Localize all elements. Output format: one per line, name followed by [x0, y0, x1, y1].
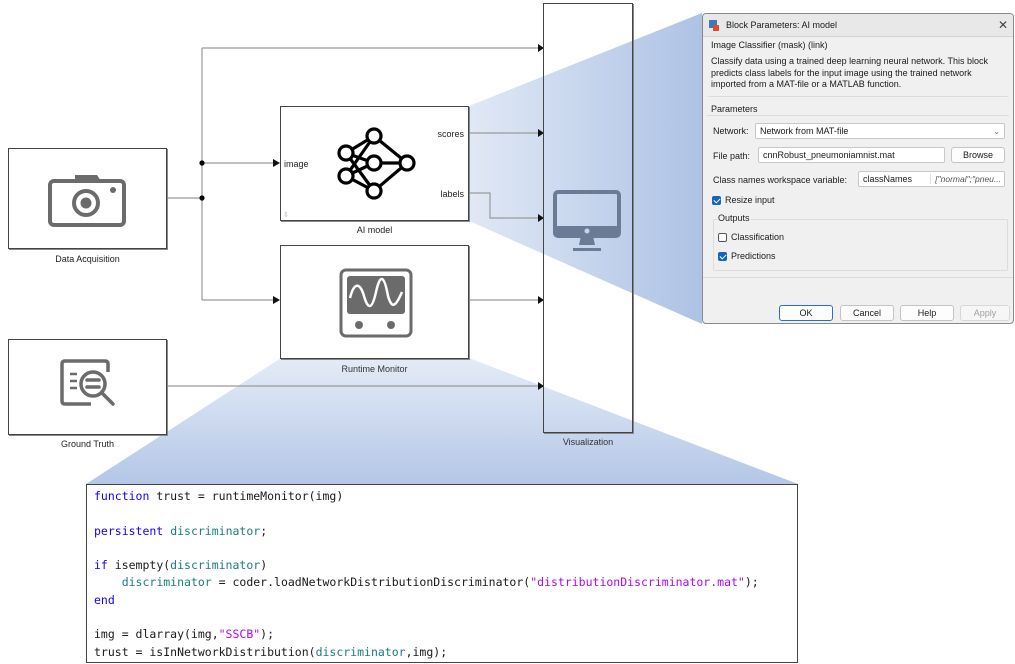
class-names-label: Class names workspace variable: — [713, 175, 848, 185]
code-variable: discriminator — [315, 644, 406, 659]
file-path-label: File path: — [713, 151, 751, 161]
class-names-input[interactable]: classNames ["normal";"pneu... — [858, 171, 1005, 187]
footer-divider — [703, 277, 1013, 278]
cancel-button[interactable]: Cancel — [840, 305, 894, 321]
visualization-block[interactable] — [543, 3, 633, 433]
file-path-input[interactable]: cnnRobust_pneumoniamnist.mat — [758, 147, 945, 163]
predictions-checkbox[interactable] — [718, 252, 727, 261]
help-button[interactable]: Help — [900, 305, 954, 321]
code-text: ); — [744, 575, 759, 590]
code-text: img = dlarray(img, — [94, 627, 219, 642]
dialog-title: Block Parameters: AI model — [726, 20, 838, 30]
block-parameters-dialog: Block Parameters: AI model ✕ Image Class… — [702, 13, 1014, 324]
code-string: "SSCB" — [218, 627, 261, 642]
outputs-header: Outputs — [717, 213, 751, 223]
network-dropdown[interactable]: Network from MAT-file ⌄ — [755, 123, 1005, 139]
resize-input-checkbox[interactable] — [712, 196, 721, 205]
outputs-group — [713, 219, 1008, 271]
parameters-divider — [707, 115, 1009, 116]
camera-icon — [48, 175, 126, 227]
code-text: ,img); — [405, 644, 448, 659]
classification-checkbox[interactable] — [718, 233, 727, 242]
code-text: ; — [260, 523, 268, 538]
code-line: trust = isInNetworkDistribution(discrimi… — [94, 644, 797, 661]
ground-truth-block[interactable] — [8, 339, 167, 435]
code-text: trust = runtimeMonitor(img) — [149, 489, 344, 503]
parameters-header: Parameters — [711, 104, 758, 114]
data-acquisition-label: Data Acquisition — [55, 254, 120, 264]
dialog-title-bar[interactable]: Block Parameters: AI model ✕ — [703, 14, 1013, 37]
runtime-monitor-highlight-projection — [86, 358, 798, 484]
code-keyword: persistent — [94, 523, 164, 538]
document-search-icon — [60, 359, 115, 406]
visualization-label: Visualization — [562, 437, 614, 447]
runtime-monitor-code: function trust = runtimeMonitor(img) pers… — [86, 484, 798, 663]
code-keyword: if — [94, 558, 108, 573]
class-names-preview: ["normal";"pneu... — [930, 174, 1001, 184]
chevron-down-icon: ⌄ — [993, 126, 1000, 136]
resize-input-label: Resize input — [725, 195, 775, 205]
link-badge-icon: ⇩ — [283, 212, 289, 219]
classification-label: Classification — [731, 232, 785, 242]
predictions-label: Predictions — [731, 251, 776, 261]
code-string: "distributionDiscriminator.mat" — [530, 575, 745, 590]
ai-model-input-port-image: image — [284, 159, 309, 169]
browse-button[interactable]: Browse — [951, 147, 1005, 163]
mask-header: Image Classifier (mask) (link) — [711, 40, 828, 50]
close-icon[interactable]: ✕ — [993, 18, 1013, 32]
code-line: persistent discriminator; — [94, 523, 797, 540]
apply-button[interactable]: Apply — [960, 305, 1010, 321]
ok-button[interactable]: OK — [779, 305, 833, 321]
network-label: Network: — [713, 126, 749, 136]
ground-truth-label: Ground Truth — [60, 439, 115, 449]
data-acquisition-block[interactable] — [8, 148, 167, 249]
code-variable: discriminator — [170, 558, 261, 573]
code-line: end — [94, 592, 797, 609]
network-dropdown-value: Network from MAT-file — [760, 126, 849, 136]
ai-model-label: AI model — [356, 225, 393, 235]
mask-description: Classify data using a trained deep learn… — [711, 56, 988, 89]
neural-network-icon — [337, 127, 416, 200]
code-variable: discriminator — [121, 575, 212, 590]
class-names-value: classNames — [863, 174, 913, 184]
code-variable: discriminator — [170, 523, 261, 538]
ai-model-output-port-scores: scores — [437, 129, 464, 139]
ai-model-block[interactable]: image scores labels ⇩ — [280, 106, 469, 221]
code-text: trust = isInNetworkDistribution( — [94, 644, 316, 659]
oscilloscope-icon — [339, 268, 413, 338]
ai-model-output-port-labels: labels — [440, 189, 464, 199]
runtime-monitor-label: Runtime Monitor — [341, 364, 408, 374]
code-line: if isempty(discriminator) — [94, 557, 797, 574]
code-text: ); — [260, 627, 275, 642]
simulink-block-icon — [709, 19, 720, 31]
code-text: isempty( — [107, 558, 171, 573]
monitor-icon — [553, 190, 621, 251]
code-line: function trust = runtimeMonitor(img) — [94, 488, 797, 505]
code-text: ) — [260, 558, 268, 573]
runtime-monitor-block[interactable] — [280, 245, 469, 359]
code-keyword: function — [94, 489, 150, 503]
code-text: = coder.loadNetworkDistributionDiscrimin… — [211, 575, 531, 590]
code-line: img = dlarray(img,"SSCB"); — [94, 626, 797, 643]
code-keyword: end — [94, 592, 115, 607]
code-line: discriminator = coder.loadNetworkDistrib… — [94, 574, 797, 591]
